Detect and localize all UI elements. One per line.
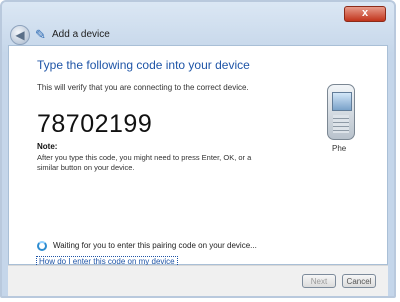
- content-panel: Type the following code into your device…: [8, 45, 388, 267]
- add-device-window: x ◀ ✎ Add a device Type the following co…: [0, 0, 396, 298]
- instruction-text: This will verify that you are connecting…: [37, 83, 249, 92]
- phone-screen: [332, 92, 352, 111]
- status-text: Waiting for you to enter this pairing co…: [53, 241, 257, 250]
- phone-icon: [327, 84, 355, 140]
- back-button[interactable]: ◀: [10, 25, 30, 45]
- page-title: Type the following code into your device: [37, 58, 250, 72]
- next-button[interactable]: Next: [302, 274, 336, 288]
- pairing-code: 78702199: [37, 110, 153, 138]
- footer-bar: Next Cancel: [8, 265, 388, 296]
- window-title: Add a device: [52, 29, 110, 40]
- note-title: Note:: [37, 142, 58, 151]
- close-button[interactable]: x: [344, 6, 386, 22]
- bluetooth-icon: ✎: [35, 27, 46, 42]
- phone-keypad: [333, 115, 349, 133]
- back-arrow-icon: ◀: [15, 28, 25, 42]
- close-icon: x: [361, 7, 369, 19]
- spinner-icon: [37, 241, 47, 251]
- cancel-button[interactable]: Cancel: [342, 274, 376, 288]
- note-text: After you type this code, you might need…: [37, 153, 252, 172]
- device-name: Phe: [332, 144, 347, 153]
